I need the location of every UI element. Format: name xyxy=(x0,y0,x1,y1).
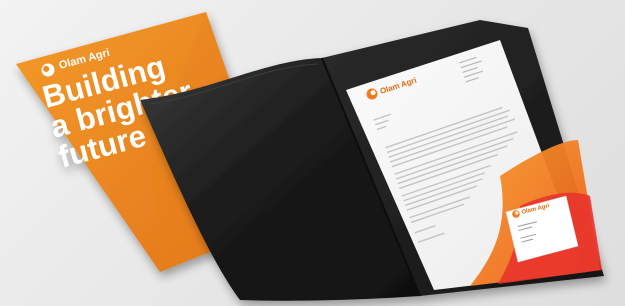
mockup-illustration: Olam Agri Building a brighter future Ola… xyxy=(16,12,604,301)
mockup-scene: Olam Agri Building a brighter future Ola… xyxy=(0,0,625,306)
